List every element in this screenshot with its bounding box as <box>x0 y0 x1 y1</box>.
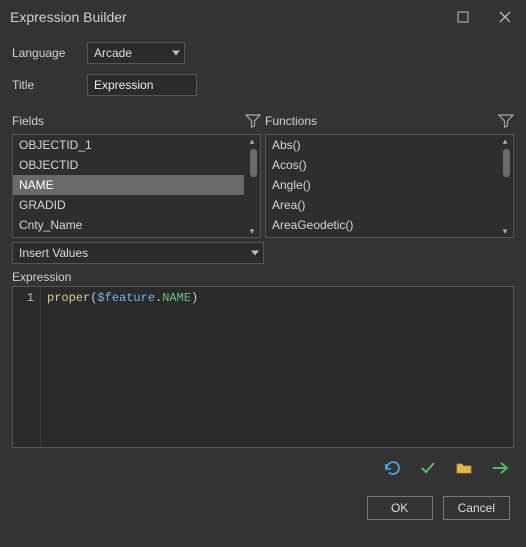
expression-builder-window: Expression Builder Language Arcade Title… <box>0 0 526 547</box>
scroll-down-icon[interactable]: ▾ <box>246 225 258 237</box>
filter-icon[interactable] <box>498 113 514 129</box>
code-line[interactable]: proper($feature.NAME) <box>41 287 204 447</box>
cancel-button[interactable]: Cancel <box>443 496 510 520</box>
window-title: Expression Builder <box>10 9 127 25</box>
line-gutter: 1 <box>13 287 41 447</box>
list-item[interactable]: Abs() <box>266 135 497 155</box>
token-variable: $feature <box>97 291 155 305</box>
list-item[interactable]: GRADID <box>13 195 244 215</box>
validate-button[interactable] <box>418 458 438 478</box>
scroll-up-icon[interactable]: ▴ <box>499 135 511 147</box>
title-label: Title <box>12 78 87 92</box>
filter-icon[interactable] <box>245 113 261 129</box>
arrow-right-icon <box>491 459 509 477</box>
fields-listbox[interactable]: OBJECTID_1OBJECTIDNAMEGRADIDCnty_Name ▴ … <box>12 134 261 238</box>
check-icon <box>419 459 437 477</box>
chevron-down-icon <box>172 51 180 56</box>
scrollbar-thumb[interactable] <box>503 149 510 177</box>
open-folder-button[interactable] <box>454 458 474 478</box>
fields-header: Fields <box>12 114 44 128</box>
scroll-up-icon[interactable]: ▴ <box>246 135 258 147</box>
token-punct: ) <box>191 291 198 305</box>
language-value: Arcade <box>94 46 132 60</box>
functions-listbox[interactable]: Abs()Acos()Angle()Area()AreaGeodetic() ▴… <box>265 134 514 238</box>
list-item[interactable]: OBJECTID_1 <box>13 135 244 155</box>
insert-values-label: Insert Values <box>19 246 88 260</box>
maximize-icon <box>457 11 469 23</box>
expression-label: Expression <box>12 270 514 284</box>
run-button[interactable] <box>490 458 510 478</box>
list-item[interactable]: AreaGeodetic() <box>266 215 497 235</box>
scroll-down-icon[interactable]: ▾ <box>499 225 511 237</box>
line-number: 1 <box>13 291 34 305</box>
list-item[interactable]: Cnty_Name <box>13 215 244 235</box>
token-function: proper <box>47 291 90 305</box>
functions-header: Functions <box>265 114 317 128</box>
token-property: NAME <box>162 291 191 305</box>
list-item[interactable]: NAME <box>13 175 244 195</box>
undo-icon <box>383 459 401 477</box>
list-item[interactable]: OBJECTID <box>13 155 244 175</box>
expression-editor[interactable]: 1 proper($feature.NAME) <box>12 286 514 448</box>
list-item[interactable]: Angle() <box>266 175 497 195</box>
list-item[interactable]: Area() <box>266 195 497 215</box>
list-item[interactable]: Acos() <box>266 155 497 175</box>
close-button[interactable] <box>484 0 526 34</box>
language-select[interactable]: Arcade <box>87 42 185 64</box>
title-input[interactable] <box>87 74 197 96</box>
language-label: Language <box>12 46 87 60</box>
chevron-down-icon <box>251 251 259 256</box>
folder-icon <box>455 459 473 477</box>
titlebar: Expression Builder <box>0 0 526 34</box>
close-icon <box>499 11 511 23</box>
insert-values-select[interactable]: Insert Values <box>12 242 264 264</box>
scrollbar-thumb[interactable] <box>250 149 257 177</box>
ok-button[interactable]: OK <box>367 496 433 520</box>
undo-button[interactable] <box>382 458 402 478</box>
maximize-button[interactable] <box>442 0 484 34</box>
